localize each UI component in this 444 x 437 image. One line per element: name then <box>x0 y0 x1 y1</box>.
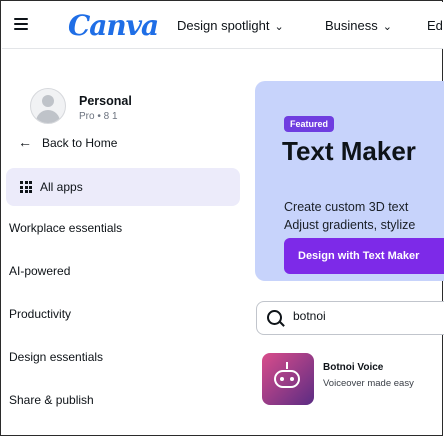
canva-logo[interactable]: Canva <box>68 9 159 42</box>
nav-business[interactable]: Business ⌄ <box>325 18 392 33</box>
hero-description-line-2: Adjust gradients, stylize <box>284 218 416 232</box>
app-window: Canva Design spotlight ⌄ Business ⌄ Ed Per… <box>0 0 444 437</box>
nav-design-spotlight[interactable]: Design spotlight ⌄ <box>177 18 284 33</box>
top-navigation: Canva Design spotlight ⌄ Business ⌄ Ed <box>2 2 443 49</box>
back-to-home-label: Back to Home <box>42 136 118 150</box>
app-thumbnail <box>262 353 314 405</box>
robot-icon <box>274 370 300 388</box>
account-name: Personal <box>79 94 132 108</box>
sidebar-item-label: All apps <box>40 180 83 194</box>
sidebar-item-design-essentials[interactable]: Design essentials <box>9 350 103 364</box>
hamburger-menu-icon[interactable] <box>14 18 28 30</box>
app-result-botnoi-voice[interactable]: Botnoi Voice Voiceover made easy <box>262 353 442 405</box>
sidebar-item-share-publish[interactable]: Share & publish <box>9 393 94 407</box>
search-input[interactable] <box>293 309 443 323</box>
sidebar: Personal Pro • 8 1 ← Back to Home All ap… <box>2 49 246 437</box>
antenna-shape <box>286 362 288 369</box>
chevron-down-icon: ⌄ <box>382 21 392 33</box>
app-description: Voiceover made easy <box>323 378 414 389</box>
avatar[interactable] <box>30 88 66 124</box>
search-icon <box>267 310 282 325</box>
sidebar-item-workplace-essentials[interactable]: Workplace essentials <box>9 221 122 235</box>
hero-description-line-1: Create custom 3D text <box>284 200 409 214</box>
app-search-box[interactable] <box>256 301 444 335</box>
nav-education[interactable]: Ed <box>427 18 443 33</box>
featured-app-banner: Featured Text Maker Create custom 3D tex… <box>255 81 444 281</box>
featured-badge: Featured <box>284 116 335 132</box>
arrow-left-icon: ← <box>18 134 32 150</box>
sidebar-item-all-apps[interactable]: All apps <box>6 168 240 206</box>
chevron-down-icon: ⌄ <box>274 21 284 33</box>
sidebar-item-productivity[interactable]: Productivity <box>9 307 71 321</box>
back-to-home-link[interactable]: ← Back to Home <box>18 134 238 156</box>
app-name: Botnoi Voice <box>323 362 384 373</box>
account-plan: Pro • 8 1 <box>79 111 118 122</box>
nav-education-label: Ed <box>427 18 443 33</box>
hero-title: Text Maker <box>282 136 416 166</box>
grid-icon <box>20 181 32 193</box>
nav-design-spotlight-label: Design spotlight <box>177 18 270 33</box>
nav-business-label: Business <box>325 18 378 33</box>
design-with-text-maker-button[interactable]: Design with Text Maker <box>284 238 444 274</box>
sidebar-item-ai-powered[interactable]: AI-powered <box>9 264 70 278</box>
